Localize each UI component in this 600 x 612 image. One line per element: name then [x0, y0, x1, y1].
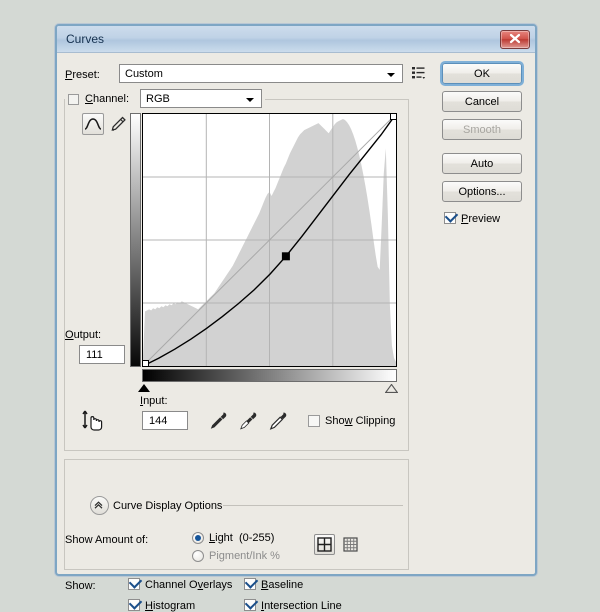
checkbox-channel-overlays[interactable] — [128, 578, 140, 590]
black-point-eyedropper-icon — [210, 412, 227, 429]
input-value: 144 — [149, 415, 168, 427]
radio-light[interactable] — [192, 532, 204, 544]
white-point-slider[interactable] — [385, 384, 398, 401]
smooth-button: Smooth — [442, 119, 522, 140]
radio-light-label: Light (0-255) — [209, 532, 275, 544]
output-gradient-bar — [130, 113, 141, 367]
curve-tool-icon — [84, 118, 102, 130]
gray-point-eyedropper-button[interactable] — [237, 409, 259, 431]
checkbox-intersection-line[interactable] — [244, 599, 256, 611]
output-value: 111 — [86, 349, 103, 361]
fine-grid-icon — [343, 537, 358, 552]
curve-control-point-selected — [281, 252, 290, 261]
curve-graph-svg — [143, 114, 396, 366]
chevron-down-icon — [387, 73, 395, 77]
curve-display-options-toggle[interactable] — [90, 496, 109, 515]
options-button[interactable]: Options... — [442, 181, 522, 202]
label-intersection-line: Intersection Line — [261, 600, 342, 612]
chevron-down-icon — [246, 98, 254, 102]
preview-checkbox[interactable] — [444, 212, 456, 224]
white-point-eyedropper-button[interactable] — [267, 409, 289, 431]
on-image-adjust-button[interactable] — [81, 407, 105, 433]
curves-dialog: Curves Preset: Custom Channel: RGB Outpu… — [55, 24, 537, 612]
black-point-slider[interactable] — [138, 384, 150, 392]
pencil-tool-button[interactable] — [108, 113, 128, 135]
channel-checkbox[interactable] — [68, 94, 79, 105]
curve-tool-button[interactable] — [82, 113, 104, 135]
coarse-grid-icon — [317, 537, 332, 552]
channel-label: Channel: — [85, 93, 130, 105]
label-channel-overlays: Channel Overlays — [145, 579, 233, 591]
label-baseline: Baseline — [261, 579, 304, 591]
output-field[interactable]: 111 — [79, 345, 125, 364]
channel-dropdown[interactable]: RGB — [140, 89, 262, 108]
label-histogram: Histogram — [145, 600, 196, 612]
curve-display-options-title: Curve Display Options — [113, 500, 223, 512]
curve-endpoint-highlight — [390, 114, 396, 120]
on-image-adjust-icon — [82, 410, 103, 431]
preset-label: Preset: — [65, 69, 100, 81]
white-point-eyedropper-icon — [269, 412, 287, 430]
input-label: Input: — [140, 395, 168, 407]
preview-label: Preview — [461, 213, 501, 225]
cancel-button[interactable]: Cancel — [442, 91, 522, 112]
radio-pigment-ink-label: Pigment/Ink % — [209, 550, 280, 562]
show-label: Show: — [65, 580, 96, 592]
coarse-grid-button[interactable] — [314, 534, 335, 555]
show-clipping-checkbox[interactable] — [308, 415, 320, 427]
channel-value: RGB — [146, 93, 170, 105]
checkbox-baseline[interactable] — [244, 578, 256, 590]
close-button[interactable] — [500, 30, 530, 49]
dialog-body: Preset: Custom Channel: RGB Output: 111 … — [57, 53, 535, 612]
fine-grid-button[interactable] — [340, 534, 361, 555]
output-label: Output: — [65, 329, 102, 341]
input-gradient-bar — [142, 369, 397, 382]
chevron-up-double-icon — [94, 501, 103, 509]
curve-endpoint-shadow — [143, 360, 149, 366]
preset-dropdown[interactable]: Custom — [119, 64, 403, 83]
input-field[interactable]: 144 — [142, 411, 188, 430]
show-clipping-label: Show Clipping — [325, 415, 396, 427]
preset-menu-button[interactable] — [410, 64, 428, 82]
show-amount-label: Show Amount of: — [65, 534, 149, 546]
ok-button[interactable]: OK — [442, 63, 522, 84]
radio-pigment-ink[interactable] — [192, 550, 204, 562]
dialog-titlebar: Curves — [57, 26, 535, 53]
close-icon — [509, 33, 521, 44]
pencil-tool-icon — [111, 116, 126, 131]
section-divider — [223, 505, 403, 506]
preset-value: Custom — [125, 68, 163, 80]
dialog-title: Curves — [66, 32, 105, 46]
gray-point-eyedropper-icon — [240, 412, 257, 430]
checkbox-histogram[interactable] — [128, 599, 140, 611]
preset-menu-icon — [412, 67, 426, 79]
black-point-eyedropper-button[interactable] — [207, 409, 229, 431]
auto-button[interactable]: Auto — [442, 153, 522, 174]
curve-graph[interactable] — [142, 113, 397, 367]
